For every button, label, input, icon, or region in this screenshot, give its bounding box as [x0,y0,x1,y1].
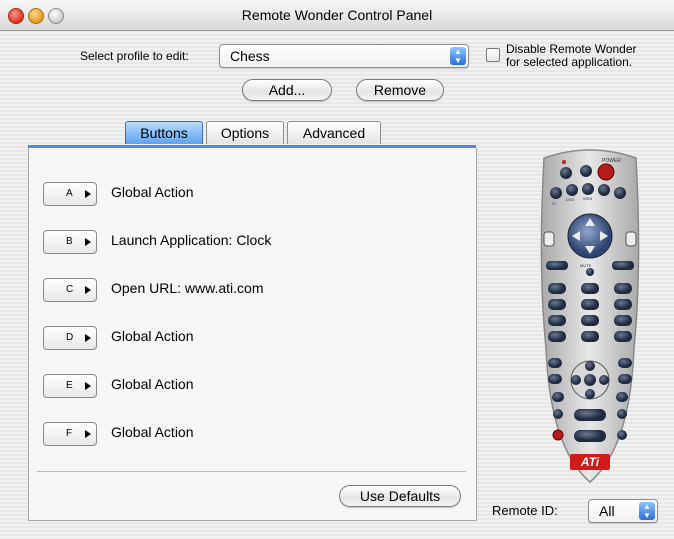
key-letter: D [66,332,74,343]
remove-profile-button[interactable]: Remove [356,79,444,101]
triangle-right-icon [85,382,91,390]
key-letter: A [66,188,73,199]
tab-options[interactable]: Options [206,121,284,144]
key-letter: B [66,236,73,247]
disable-remote-label: Disable Remote Wonder for selected appli… [506,43,637,69]
web-label: WEB [583,196,592,201]
key-d-button[interactable]: D [43,326,97,350]
key-letter: F [66,428,73,439]
add-profile-button[interactable]: Add... [242,79,332,101]
use-defaults-button[interactable]: Use Defaults [339,485,461,507]
profile-label: Select profile to edit: [80,49,189,63]
window-title: Remote Wonder Control Panel [241,7,433,23]
triangle-right-icon [85,286,91,294]
disable-remote-checkbox[interactable] [486,48,500,62]
remote-id-label: Remote ID: [492,503,558,518]
profile-select[interactable]: Chess ▲ ▼ [219,44,469,68]
profile-select-value: Chess [230,48,270,64]
tab-buttons[interactable]: Buttons [125,121,203,144]
key-d-action: Global Action [111,328,194,344]
buttons-panel: A Global Action B Launch Application: Cl… [28,148,477,521]
key-c-action: Open URL: www.ati.com [111,280,264,296]
tab-advanced[interactable]: Advanced [287,121,381,144]
key-c-button[interactable]: C [43,278,97,302]
title-bar: Remote Wonder Control Panel [0,0,674,31]
popup-arrows-icon: ▲ ▼ [639,502,655,520]
tv-label: TV [551,201,556,206]
remote-id-value: All [599,503,615,519]
popup-arrows-icon: ▲ ▼ [450,47,466,65]
key-a-action: Global Action [111,184,194,200]
disable-remote-label-line2: for selected application. [506,55,633,69]
key-e-button[interactable]: E [43,374,97,398]
key-letter: E [66,380,73,391]
remote-control-image: POWER TV DVD WEB MUTE ATi [540,149,640,483]
window: Remote Wonder Control Panel Select profi… [0,0,674,539]
key-letter: C [66,284,74,295]
triangle-right-icon [85,238,91,246]
panel-divider [37,471,466,472]
key-e-action: Global Action [111,376,194,392]
key-b-action: Launch Application: Clock [111,232,272,248]
key-a-button[interactable]: A [43,182,97,206]
mute-label: MUTE [580,263,592,268]
key-b-button[interactable]: B [43,230,97,254]
triangle-right-icon [85,190,91,198]
key-f-button[interactable]: F [43,422,97,446]
remote-id-select[interactable]: All ▲ ▼ [588,499,658,523]
key-f-action: Global Action [111,424,194,440]
power-label: POWER [602,158,621,164]
triangle-right-icon [85,430,91,438]
dvd-label: DVD [566,197,575,202]
ati-logo-text: ATi [580,455,600,469]
triangle-right-icon [85,334,91,342]
